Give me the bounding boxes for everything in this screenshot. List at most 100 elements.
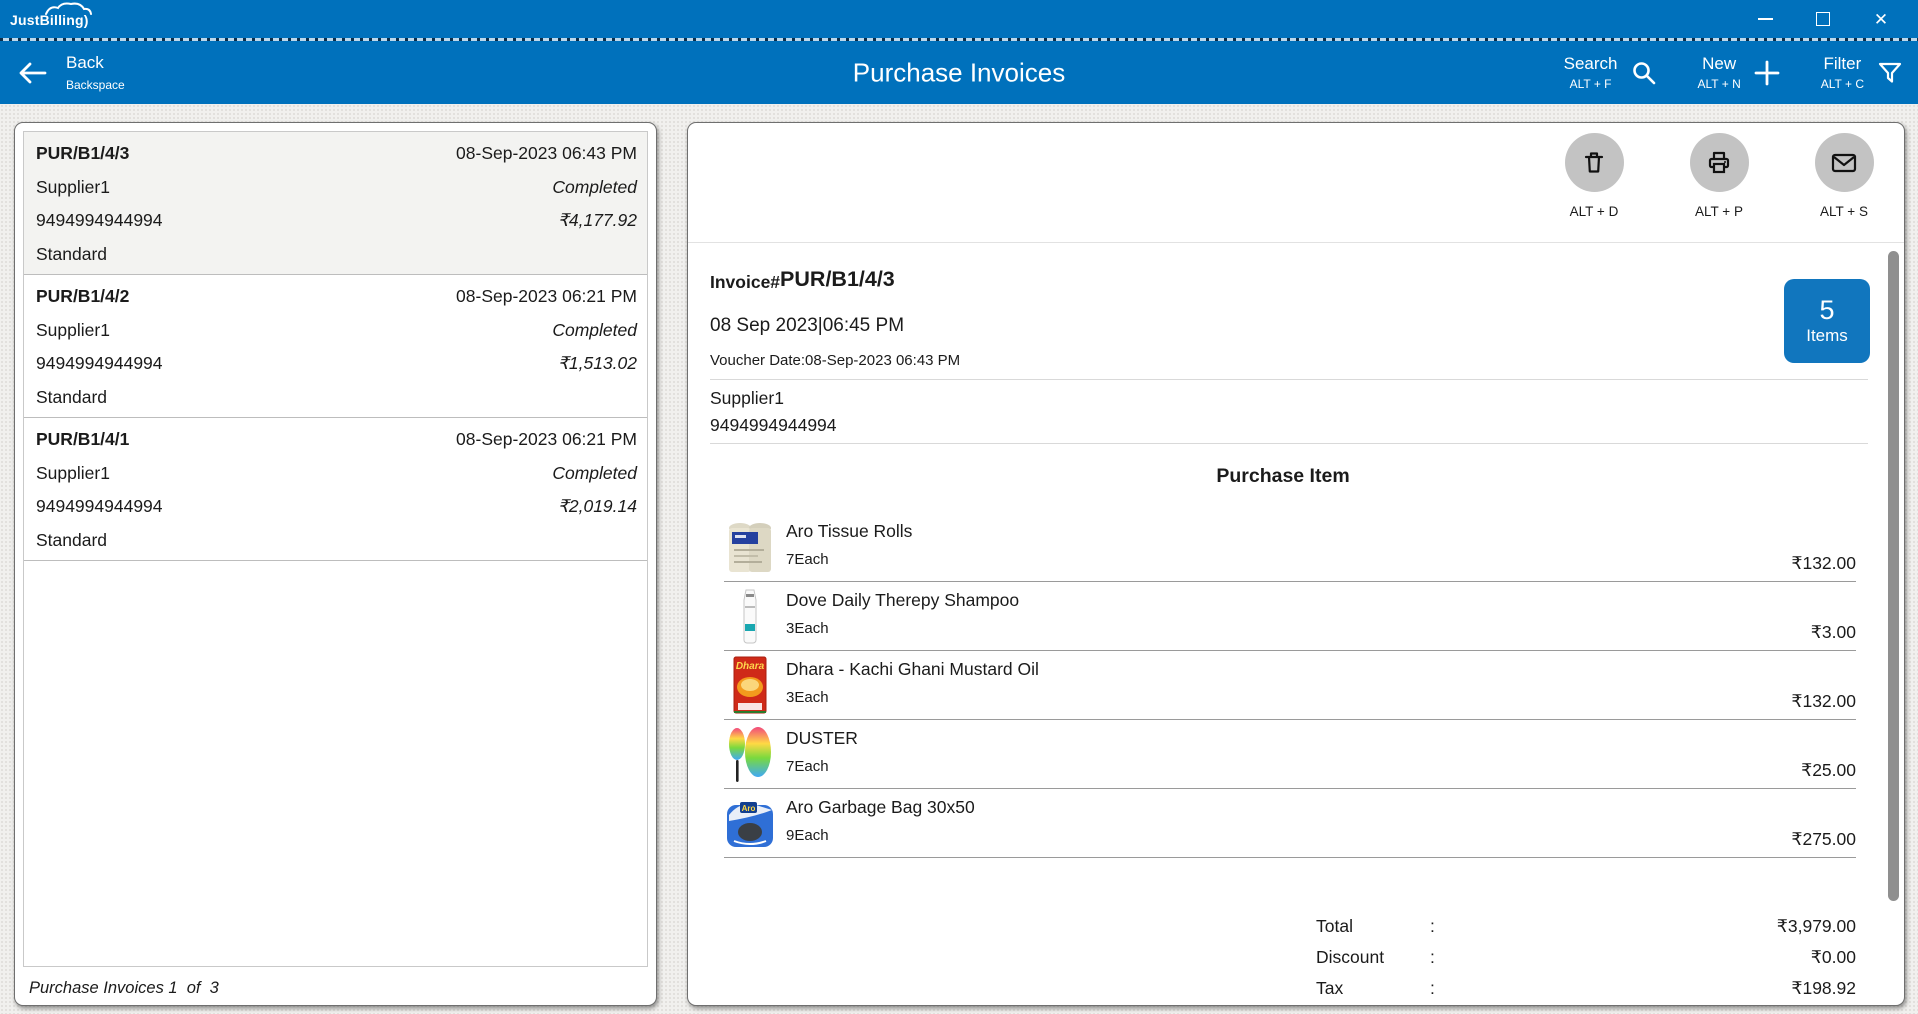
invoice-supplier: Supplier1 (36, 314, 637, 348)
invoice-list-panel: PUR/B1/4/3 08-Sep-2023 06:43 PM Supplier… (14, 122, 657, 1006)
supplier-name: Supplier1 (710, 388, 784, 409)
purchase-item-row[interactable]: Dove Daily Therepy Shampoo 3Each ₹3.00 (724, 582, 1856, 651)
detail-actions: ALT + D ALT + P (688, 131, 1904, 241)
delete-button[interactable]: ALT + D (1529, 133, 1659, 219)
invoice-list-item[interactable]: PUR/B1/4/2 08-Sep-2023 06:21 PM Supplier… (24, 275, 647, 418)
invoice-detail-panel: ALT + D ALT + P (687, 122, 1905, 1006)
invoice-phone: 9494994944994 (36, 490, 637, 524)
minimize-button[interactable] (1736, 0, 1794, 38)
delete-shortcut: ALT + D (1529, 204, 1659, 219)
purchase-item-row[interactable]: Aro Tissue Rolls 7Each ₹132.00 (724, 513, 1856, 582)
product-image-shampoo-bottle (726, 586, 774, 646)
invoice-amount: ₹2,019.14 (558, 490, 637, 524)
item-qty: 7Each (786, 758, 829, 775)
mail-icon (1829, 148, 1859, 178)
new-button[interactable]: New ALT + N (1698, 54, 1781, 92)
items-count-label: Items (1806, 325, 1848, 347)
invoice-phone: 9494994944994 (36, 204, 637, 238)
item-name: Aro Tissue Rolls (786, 521, 912, 542)
invoice-amount: ₹1,513.02 (558, 347, 637, 381)
product-image-mustard-oil-box: Dhara (726, 655, 774, 715)
invoice-datetime: 08 Sep 2023|06:45 PM (710, 315, 904, 337)
invoice-type: Standard (36, 238, 637, 272)
purchase-item-row[interactable]: Aro Aro Garbage Bag 30x50 9Each ₹275.00 (724, 789, 1856, 858)
invoice-list: PUR/B1/4/3 08-Sep-2023 06:43 PM Supplier… (23, 131, 648, 967)
item-name: Dhara - Kachi Ghani Mustard Oil (786, 659, 1039, 680)
svg-text:Aro: Aro (742, 804, 756, 813)
search-label: Search (1564, 54, 1618, 74)
items-count: 5 (1819, 295, 1834, 325)
invoice-type: Standard (36, 381, 637, 415)
back-arrow-icon (14, 58, 50, 88)
close-button[interactable]: ✕ (1852, 0, 1910, 38)
discount-row: Discount : ₹0.00 (1316, 942, 1856, 973)
items-count-badge: 5 Items (1784, 279, 1870, 363)
purchase-item-row[interactable]: DUSTER 7Each ₹25.00 (724, 720, 1856, 789)
new-label: New (1698, 54, 1741, 74)
supplier-phone: 9494994944994 (710, 415, 837, 436)
search-button[interactable]: Search ALT + F (1564, 54, 1658, 92)
item-name: DUSTER (786, 728, 858, 749)
app-window: JustBilling) ✕ Back Backspace Purchase I… (0, 0, 1918, 1014)
filter-button[interactable]: Filter ALT + C (1821, 54, 1904, 92)
detail-scrollbar[interactable] (1888, 251, 1899, 901)
list-pagination-status: Purchase Invoices 1 of 3 (29, 979, 219, 998)
invoice-number-value: PUR/B1/4/3 (780, 267, 895, 291)
item-price: ₹25.00 (1801, 760, 1856, 781)
discount-label: Discount (1316, 947, 1430, 968)
invoice-phone: 9494994944994 (36, 347, 637, 381)
new-shortcut: ALT + N (1698, 77, 1741, 92)
invoice-supplier: Supplier1 (36, 457, 637, 491)
search-icon (1630, 59, 1658, 87)
page-title: Purchase Invoices (853, 57, 1065, 88)
command-bar-actions: Search ALT + F New ALT + N (1564, 41, 1904, 104)
total-label: Total (1316, 916, 1430, 937)
invoice-list-item[interactable]: PUR/B1/4/1 08-Sep-2023 06:21 PM Supplier… (24, 418, 647, 561)
invoice-status: Completed (552, 171, 637, 205)
back-button[interactable]: Back Backspace (14, 41, 125, 104)
tax-value: ₹198.92 (1454, 978, 1856, 999)
back-label: Back (66, 52, 125, 74)
invoice-status: Completed (552, 457, 637, 491)
app-logo: JustBilling) (10, 8, 89, 32)
email-shortcut: ALT + S (1779, 204, 1909, 219)
printer-icon (1704, 148, 1734, 178)
back-shortcut: Backspace (66, 77, 125, 93)
item-qty: 3Each (786, 620, 829, 637)
product-image-tissue-rolls (726, 517, 774, 577)
purchase-item-heading: Purchase Item (710, 465, 1856, 488)
invoice-status: Completed (552, 314, 637, 348)
invoice-datetime: 08-Sep-2023 06:43 PM (456, 137, 637, 171)
invoice-list-item[interactable]: PUR/B1/4/3 08-Sep-2023 06:43 PM Supplier… (24, 132, 647, 275)
close-icon: ✕ (1874, 11, 1888, 28)
print-shortcut: ALT + P (1654, 204, 1784, 219)
invoice-supplier: Supplier1 (36, 171, 637, 205)
discount-value: ₹0.00 (1454, 947, 1856, 968)
back-labels: Back Backspace (66, 52, 125, 93)
tax-row: Tax : ₹198.92 (1316, 973, 1856, 1004)
invoice-amount: ₹4,177.92 (558, 204, 637, 238)
item-name: Dove Daily Therepy Shampoo (786, 590, 1019, 611)
item-name: Aro Garbage Bag 30x50 (786, 797, 975, 818)
item-qty: 9Each (786, 827, 829, 844)
item-price: ₹132.00 (1791, 691, 1856, 712)
filter-funnel-icon (1876, 59, 1904, 87)
svg-text:Dhara: Dhara (736, 661, 765, 672)
item-price: ₹3.00 (1811, 622, 1856, 643)
invoice-datetime: 08-Sep-2023 06:21 PM (456, 423, 637, 457)
email-button[interactable]: ALT + S (1779, 133, 1909, 219)
search-shortcut: ALT + F (1564, 77, 1618, 92)
minimize-icon (1758, 18, 1773, 20)
total-row: Total : ₹3,979.00 (1316, 911, 1856, 942)
maximize-button[interactable] (1794, 0, 1852, 38)
item-qty: 7Each (786, 551, 829, 568)
totals-section: Total : ₹3,979.00 Discount : ₹0.00 Tax :… (1316, 911, 1856, 1004)
item-price: ₹275.00 (1791, 829, 1856, 850)
invoice-number-label: Invoice# (710, 272, 780, 292)
invoice-datetime: 08-Sep-2023 06:21 PM (456, 280, 637, 314)
purchase-item-row[interactable]: Dhara Dhara - Kachi Ghani Mustard Oil 3E… (724, 651, 1856, 720)
print-button[interactable]: ALT + P (1654, 133, 1784, 219)
purchase-items-list: Aro Tissue Rolls 7Each ₹132.00 Dove Dail… (724, 513, 1856, 858)
header-divider (688, 242, 1904, 243)
plus-icon (1753, 59, 1781, 87)
